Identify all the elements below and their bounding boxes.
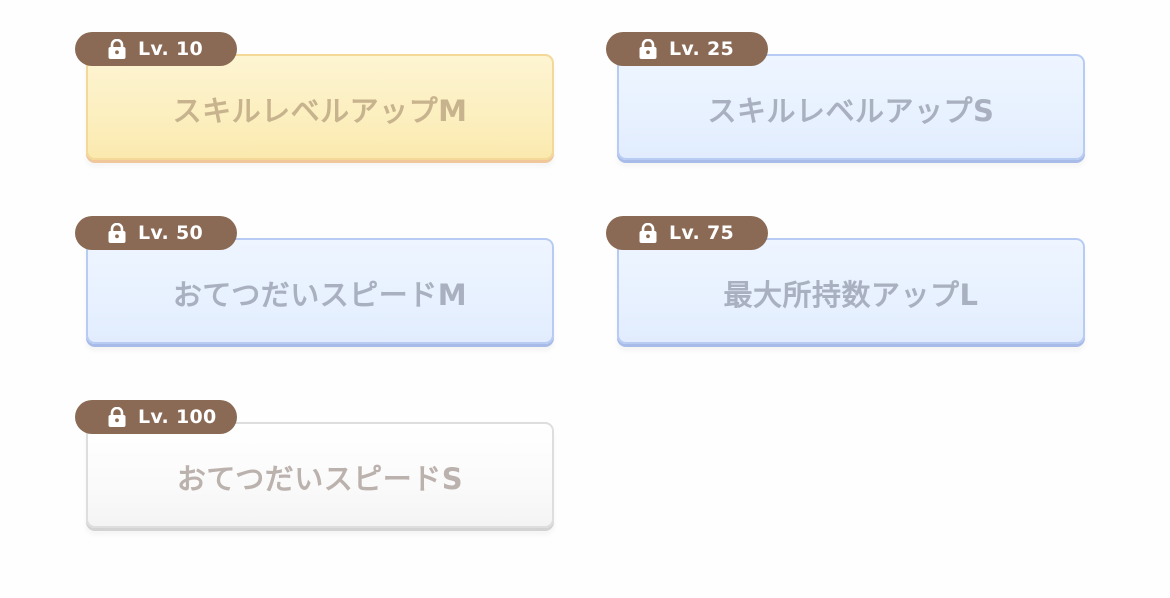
skill-slot-lv100[interactable]: Lv. 100 おてつだいスピードS — [75, 400, 554, 528]
skill-name: おてつだいスピードS — [176, 462, 464, 496]
skill-name: スキルレベルアップM — [172, 94, 468, 128]
level-label: Lv. 75 — [669, 222, 735, 244]
lock-icon — [108, 223, 126, 243]
skill-card[interactable]: スキルレベルアップS — [617, 54, 1085, 160]
skill-card[interactable]: おてつだいスピードM — [86, 238, 554, 344]
level-badge: Lv. 10 — [75, 32, 237, 66]
skill-slot-lv75[interactable]: Lv. 75 最大所持数アップL — [606, 216, 1085, 344]
lock-icon — [108, 39, 126, 59]
level-label: Lv. 10 — [138, 38, 204, 60]
lock-icon — [639, 223, 657, 243]
lock-icon — [639, 39, 657, 59]
skill-card[interactable]: おてつだいスピードS — [86, 422, 554, 528]
skill-name: スキルレベルアップS — [707, 94, 995, 128]
skill-slot-lv50[interactable]: Lv. 50 おてつだいスピードM — [75, 216, 554, 344]
skill-card[interactable]: スキルレベルアップM — [86, 54, 554, 160]
level-badge: Lv. 25 — [606, 32, 768, 66]
lock-icon — [108, 407, 126, 427]
skill-name: おてつだいスピードM — [172, 278, 468, 312]
skill-unlock-grid: Lv. 10 スキルレベルアップM Lv. 25 スキルレベルアップS Lv. … — [0, 0, 1170, 598]
level-label: Lv. 100 — [138, 406, 217, 428]
skill-slot-lv25[interactable]: Lv. 25 スキルレベルアップS — [606, 32, 1085, 160]
skill-slot-lv10[interactable]: Lv. 10 スキルレベルアップM — [75, 32, 554, 160]
level-label: Lv. 50 — [138, 222, 204, 244]
level-label: Lv. 25 — [669, 38, 735, 60]
level-badge: Lv. 50 — [75, 216, 237, 250]
skill-card[interactable]: 最大所持数アップL — [617, 238, 1085, 344]
skill-name: 最大所持数アップL — [723, 278, 979, 312]
level-badge: Lv. 75 — [606, 216, 768, 250]
level-badge: Lv. 100 — [75, 400, 237, 434]
